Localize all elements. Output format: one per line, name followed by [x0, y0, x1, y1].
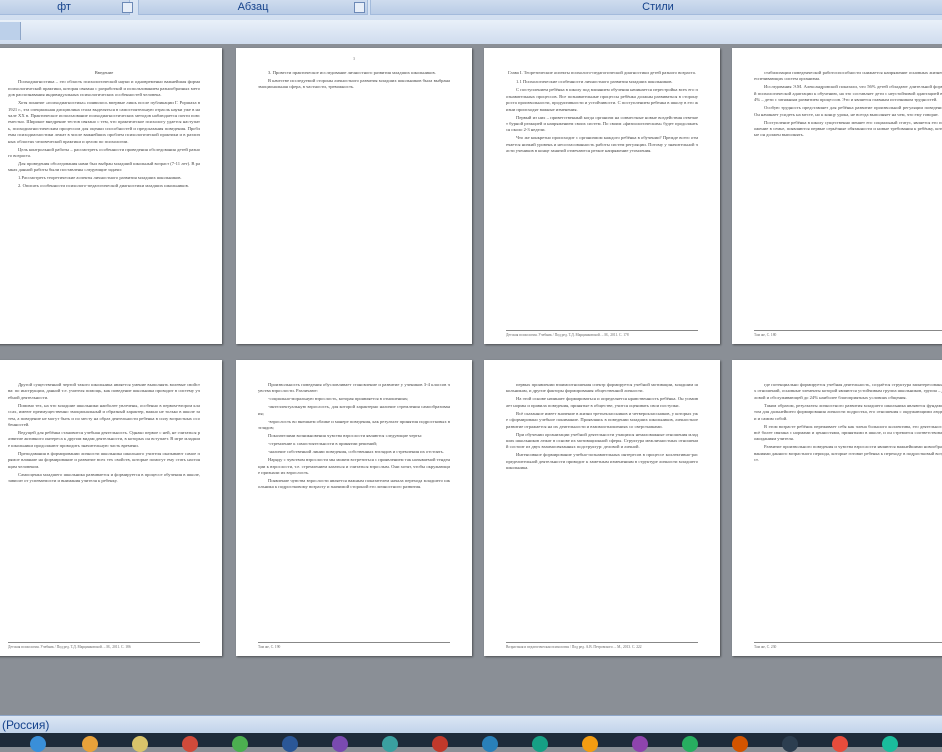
page-text[interactable]: первых проявлении взаимоотношения спектр… [506, 382, 698, 648]
page-3[interactable]: Глава I. Теоретические аспекты психолого… [484, 48, 720, 344]
ribbon-group-styles[interactable]: Стили [370, 0, 942, 15]
paragraph: Поступление ребёнка в школу существенно … [754, 119, 942, 138]
page-text[interactable]: 3. Провести практическое исследование ли… [258, 70, 450, 336]
paragraph: Ведущей для ребёнка становится учебная д… [8, 430, 200, 448]
page-5[interactable]: Другой существенной чертой такого школьн… [0, 360, 222, 656]
paragraph: стабилизации поведенческой работоспособн… [754, 70, 942, 82]
app-icon-12[interactable] [882, 736, 898, 752]
ribbon: фт Абзац Стили [0, 0, 942, 45]
paragraph: -взрослость во внешнем облике и манере п… [258, 418, 450, 431]
ribbon-group-font[interactable]: фт [0, 0, 130, 15]
paragraph: Появление чувства взрослости является ва… [258, 478, 450, 490]
paragraph: Другой существенной чертой такого школьн… [8, 382, 200, 400]
paragraph: Введение [94, 70, 114, 75]
status-bar: (Россия) [0, 715, 942, 734]
explorer-icon[interactable] [132, 736, 148, 752]
paragraph: Развитие произвольного поведения и чувст… [754, 444, 942, 463]
footnote: Там же, С. 190 [258, 642, 450, 650]
app-icon-7[interactable] [632, 736, 648, 752]
page-text[interactable]: Введение Психодиагностика – это область п… [8, 70, 200, 336]
paragraph: -интеллектуальную взрослость, для которо… [258, 404, 450, 416]
page-1[interactable]: Введение Психодиагностика – это область п… [0, 48, 222, 344]
page-4[interactable]: стабилизации поведенческой работоспособн… [732, 48, 942, 344]
paragraph: Всё сказанное имеет значение в жизни тре… [506, 410, 698, 429]
paragraph: -наличие собственной линии поведения, со… [268, 449, 444, 455]
language-indicator[interactable]: (Россия) [2, 717, 49, 733]
app-icon-2[interactable] [382, 736, 398, 752]
paragraph: Помимо тех, на что младшие школьники наи… [8, 402, 200, 428]
app-icon-9[interactable] [732, 736, 748, 752]
ruler[interactable] [0, 20, 942, 44]
footnote: Детская психология. Учебник / Под ред. Т… [8, 642, 200, 650]
page-6[interactable]: Произвольность поведения обусловливает с… [236, 360, 472, 656]
paragraph: Психодиагностика – это область психологи… [8, 79, 200, 98]
page-text[interactable]: где потенциально формируется учебная дея… [754, 382, 942, 648]
paragraph: Показателями возникновения чувства взрос… [268, 433, 423, 439]
ribbon-group-paragraph[interactable]: Абзац [138, 0, 368, 15]
paragraph: При обучении организации учебной деятель… [506, 431, 698, 450]
page-number: 3 [353, 56, 355, 61]
page-text[interactable]: Другой существенной чертой такого школьн… [8, 382, 200, 648]
page-text[interactable]: стабилизации поведенческой работоспособн… [754, 70, 942, 336]
paragraph: 2. Описать особенности психолого-педагог… [18, 183, 189, 189]
paragraph: Первый из них – приветственный когда орг… [506, 114, 698, 133]
paragraph: Для проведения обследования нами был выб… [8, 161, 200, 173]
paragraph: Интенсивное формирование учебно-познават… [506, 452, 698, 471]
page-8[interactable]: где потенциально формируется учебная дея… [732, 360, 942, 656]
paragraph: С поступлением ребёнка в школу под влиян… [506, 87, 698, 112]
paragraph: В этом возрасте ребёнок переживает себя … [754, 423, 942, 442]
chrome-icon[interactable] [232, 736, 248, 752]
paragraph: -социально-моральную взрослость, которая… [268, 396, 409, 402]
page-2[interactable]: 3 3. Провести практическое исследование л… [236, 48, 472, 344]
page-text[interactable]: Глава I. Теоретические аспекты психолого… [506, 70, 698, 336]
paragraph: 1.1 Психологические особенности личностн… [516, 79, 673, 85]
paragraph: Глава I. Теоретические аспекты психолого… [508, 70, 696, 75]
paragraph: Таким образом, результаты личностного ра… [754, 402, 942, 421]
font-dialog-launcher-icon[interactable] [122, 2, 133, 13]
footnote: Там же, С. 180 [754, 330, 942, 338]
app-icon-3[interactable] [432, 736, 448, 752]
word-icon[interactable] [282, 736, 298, 752]
paragraph: Цель контрольной работы – рассмотреть ос… [8, 146, 200, 159]
app-icon-4[interactable] [482, 736, 498, 752]
paragraph: На этой основе начинает формироваться и … [506, 396, 698, 408]
paragraph: где потенциально формируется учебная дея… [754, 382, 942, 400]
page-7[interactable]: первых проявлении взаимоотношения спектр… [484, 360, 720, 656]
paragraph: Исследования Э.М. Александровской показа… [754, 84, 942, 103]
document-thumbnails-view[interactable]: Введение Психодиагностика – это область п… [0, 44, 942, 715]
app-icon-6[interactable] [582, 736, 598, 752]
browser-icon[interactable] [82, 736, 98, 752]
app-icon-5[interactable] [532, 736, 548, 752]
app-icon-8[interactable] [682, 736, 698, 752]
paragraph: -стремление к самостоятельности в принят… [268, 441, 378, 447]
paragraph: Преподавания в формировании личности шко… [8, 450, 200, 469]
tab-selector[interactable] [0, 22, 21, 40]
paragraph: Самооценка младшего школьника развиваетс… [8, 471, 200, 484]
page-text[interactable]: Произвольность поведения обусловливает с… [258, 382, 450, 648]
paragraph: Наряду с чувством взрослости мы можем вс… [258, 457, 450, 476]
start-icon[interactable] [30, 736, 46, 752]
app-icon-11[interactable] [832, 736, 848, 752]
paragraph: Особую трудность представляет для ребёнк… [754, 105, 942, 117]
footnote: Детская психология. Учебник / Под ред. Т… [506, 330, 698, 338]
app-icon-10[interactable] [782, 736, 798, 752]
taskbar [0, 733, 942, 752]
paragraph: Хотя понятие «психодиагностика» появилос… [8, 100, 200, 144]
footnote: Там же, С. 230 [754, 642, 942, 650]
media-icon[interactable] [182, 736, 198, 752]
app-icon[interactable] [332, 736, 348, 752]
paragraph: Что же конкретно происходит с организмом… [506, 135, 698, 154]
footnote: Возрастная и педагогическая психология /… [506, 642, 698, 650]
paragraph: первых проявлении взаимоотношения спектр… [506, 382, 698, 394]
paragraph: Произвольность поведения обусловливает с… [258, 382, 450, 394]
paragraph: 1.Рассмотреть теоретические аспекты личн… [18, 175, 182, 181]
paragraph: В качестве исследуемой стороны личностно… [258, 78, 450, 90]
paragraph: 3. Провести практическое исследование ли… [268, 70, 436, 75]
paragraph-dialog-launcher-icon[interactable] [354, 2, 365, 13]
